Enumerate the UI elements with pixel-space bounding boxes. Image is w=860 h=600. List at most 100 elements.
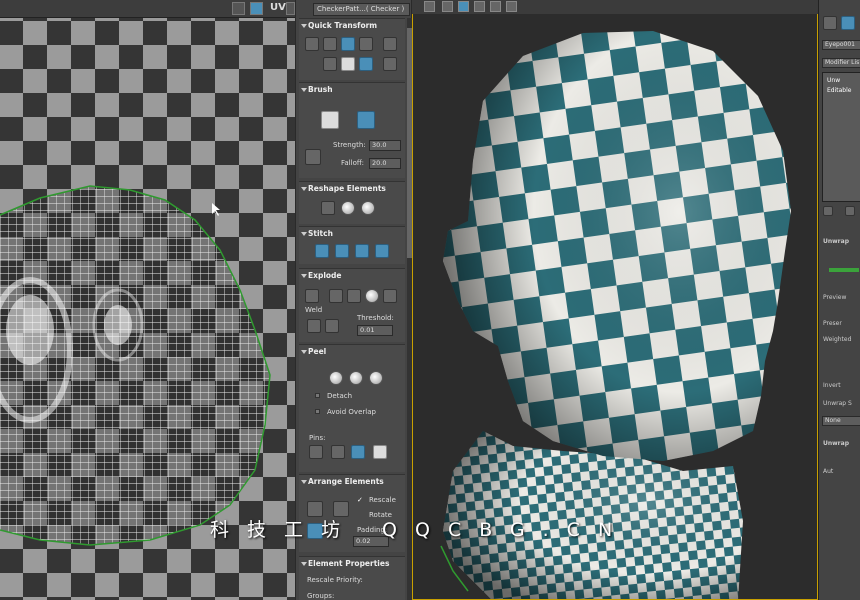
weld-all-icon[interactable] <box>325 319 339 333</box>
perspective-viewport[interactable] <box>412 0 818 600</box>
rollout-header-peel[interactable]: Peel <box>299 345 405 359</box>
align-vertical-icon[interactable] <box>323 37 337 51</box>
rollout-brush: Brush Strength: 30.0 Falloff: 20.0 <box>299 82 405 178</box>
unwrap2-rollout-header[interactable]: Unwrap <box>823 440 849 447</box>
brush-tool-icon[interactable] <box>305 149 321 165</box>
app-root: UV CheckerPatt...( Checker ) Quick Trans… <box>0 0 860 600</box>
viewport-render-icon[interactable] <box>424 1 435 12</box>
auto-label: Aut <box>823 468 834 475</box>
watermark-text: 科技工坊 QQCBG.CN <box>210 519 631 541</box>
stack-item-unwrap[interactable]: Unw <box>827 77 840 84</box>
uv-editor-toolbar: UV <box>0 0 295 18</box>
stitch-average-icon[interactable] <box>335 244 349 258</box>
explode-edges-icon[interactable] <box>347 289 361 303</box>
stitch-to-target-icon[interactable] <box>315 244 329 258</box>
detach-checkbox[interactable] <box>315 393 320 398</box>
rollout-header-brush[interactable]: Brush <box>299 83 405 97</box>
distribute-icon[interactable] <box>383 57 397 71</box>
show-result-icon[interactable] <box>845 206 855 216</box>
weighted-label: Weighted <box>823 336 852 343</box>
spacing-icon[interactable] <box>383 37 397 51</box>
brush-falloff-label: Falloff: <box>341 159 365 167</box>
groups-label: Groups: <box>307 592 335 600</box>
align-horizontal-icon[interactable] <box>305 37 319 51</box>
viewport-grid-icon[interactable] <box>506 1 517 12</box>
rollout-peel: Peel Detach Avoid Overlap Pins: <box>299 344 405 472</box>
rescale-priority-label: Rescale Priority: <box>307 576 363 584</box>
toolbar-checker-icon[interactable] <box>232 2 245 15</box>
object-name-field[interactable]: Eyepo001 <box>822 40 860 50</box>
unwrap-settings-label: Unwrap S <box>823 400 852 407</box>
uv-editor-canvas[interactable] <box>0 0 295 600</box>
pin-stack-icon[interactable] <box>823 206 833 216</box>
brush-falloff-spinner[interactable]: 20.0 <box>369 158 401 169</box>
auto-pin-icon[interactable] <box>351 445 365 459</box>
pins-label: Pins: <box>309 434 326 442</box>
rotate-ccw-icon[interactable] <box>359 37 373 51</box>
threshold-spinner[interactable]: 0.01 <box>357 325 393 336</box>
reshape-relax-icon[interactable] <box>341 201 355 215</box>
invert-label: Invert <box>823 382 841 389</box>
weld-selected-icon[interactable] <box>305 289 319 303</box>
explode-smoothing-icon[interactable] <box>365 289 379 303</box>
modifier-stack[interactable]: Unw Editable <box>822 72 860 202</box>
rollout-stitch: Stitch <box>299 226 405 264</box>
pin-icon[interactable] <box>309 445 323 459</box>
uv-toolbar-label: UV <box>270 2 286 13</box>
rollout-header-quick-transform[interactable]: Quick Transform <box>299 19 405 33</box>
reshape-relax-round-icon[interactable] <box>361 201 375 215</box>
stitch-source-icon[interactable] <box>355 244 369 258</box>
rollout-header-stitch[interactable]: Stitch <box>299 227 405 241</box>
select-pins-icon[interactable] <box>373 445 387 459</box>
rescale-check-icon[interactable]: ✓ <box>357 496 363 504</box>
rollout-element-properties: Element Properties Rescale Priority: Gro… <box>299 556 405 600</box>
modify-tab-icon[interactable] <box>841 16 855 30</box>
peel-reset-icon[interactable] <box>369 371 383 385</box>
weld-target-icon[interactable] <box>307 319 321 333</box>
explode-faces-icon[interactable] <box>329 289 343 303</box>
align-bars-icon[interactable] <box>341 37 355 51</box>
checker-pattern-dropdown[interactable]: CheckerPatt...( Checker ) <box>313 3 410 16</box>
viewport-layers-icon[interactable] <box>442 1 453 12</box>
rollout-header-arrange[interactable]: Arrange Elements <box>299 475 405 489</box>
paint-brush-icon[interactable] <box>321 111 339 129</box>
detach-label: Detach <box>327 392 353 400</box>
rollout-header-reshape[interactable]: Reshape Elements <box>299 182 405 196</box>
avoid-overlap-checkbox[interactable] <box>315 409 320 414</box>
viewport-camera-icon[interactable] <box>474 1 485 12</box>
viewport-svg[interactable] <box>413 1 818 600</box>
explode-material-icon[interactable] <box>383 289 397 303</box>
unpin-icon[interactable] <box>331 445 345 459</box>
none-dropdown[interactable]: None <box>822 416 860 426</box>
straighten-icon[interactable] <box>341 57 355 71</box>
viewport-light-icon[interactable] <box>490 1 501 12</box>
peel-lscm-icon[interactable] <box>349 371 363 385</box>
create-tab-icon[interactable] <box>823 16 837 30</box>
stack-item-editable[interactable]: Editable <box>827 87 851 94</box>
unwrap-rollout-header[interactable]: Unwrap <box>823 238 849 245</box>
reshape-straighten-icon[interactable] <box>321 201 335 215</box>
viewport-toolbar <box>412 0 818 14</box>
flip-icon[interactable] <box>323 57 337 71</box>
brush-strength-spinner[interactable]: 30.0 <box>369 140 401 151</box>
green-status-bar <box>829 268 859 272</box>
viewport-shading-icon[interactable] <box>458 1 469 12</box>
rollout-header-element-properties[interactable]: Element Properties <box>299 557 405 571</box>
preview-label: Preview <box>823 294 847 301</box>
threshold-label: Threshold: <box>357 314 394 322</box>
rescale-label: Rescale <box>369 496 396 504</box>
rollout-header-explode[interactable]: Explode <box>299 269 405 283</box>
weld-label: Weld <box>305 306 323 314</box>
peel-quick-icon[interactable] <box>329 371 343 385</box>
brush-strength-label: Strength: <box>333 141 366 149</box>
relax-brush-icon[interactable] <box>357 111 375 129</box>
rollout-reshape-elements: Reshape Elements <box>299 181 405 224</box>
rotate-cw-icon[interactable] <box>359 57 373 71</box>
uv-canvas-svg[interactable] <box>0 0 295 600</box>
toolbar-display-icon[interactable] <box>250 2 263 15</box>
avoid-overlap-label: Avoid Overlap <box>327 408 376 416</box>
modifier-list-dropdown[interactable]: Modifier Lis <box>822 58 860 68</box>
preserve-label: Preser <box>823 320 842 327</box>
stitch-custom-icon[interactable] <box>375 244 389 258</box>
toolbar-settings-icon[interactable] <box>286 2 295 15</box>
